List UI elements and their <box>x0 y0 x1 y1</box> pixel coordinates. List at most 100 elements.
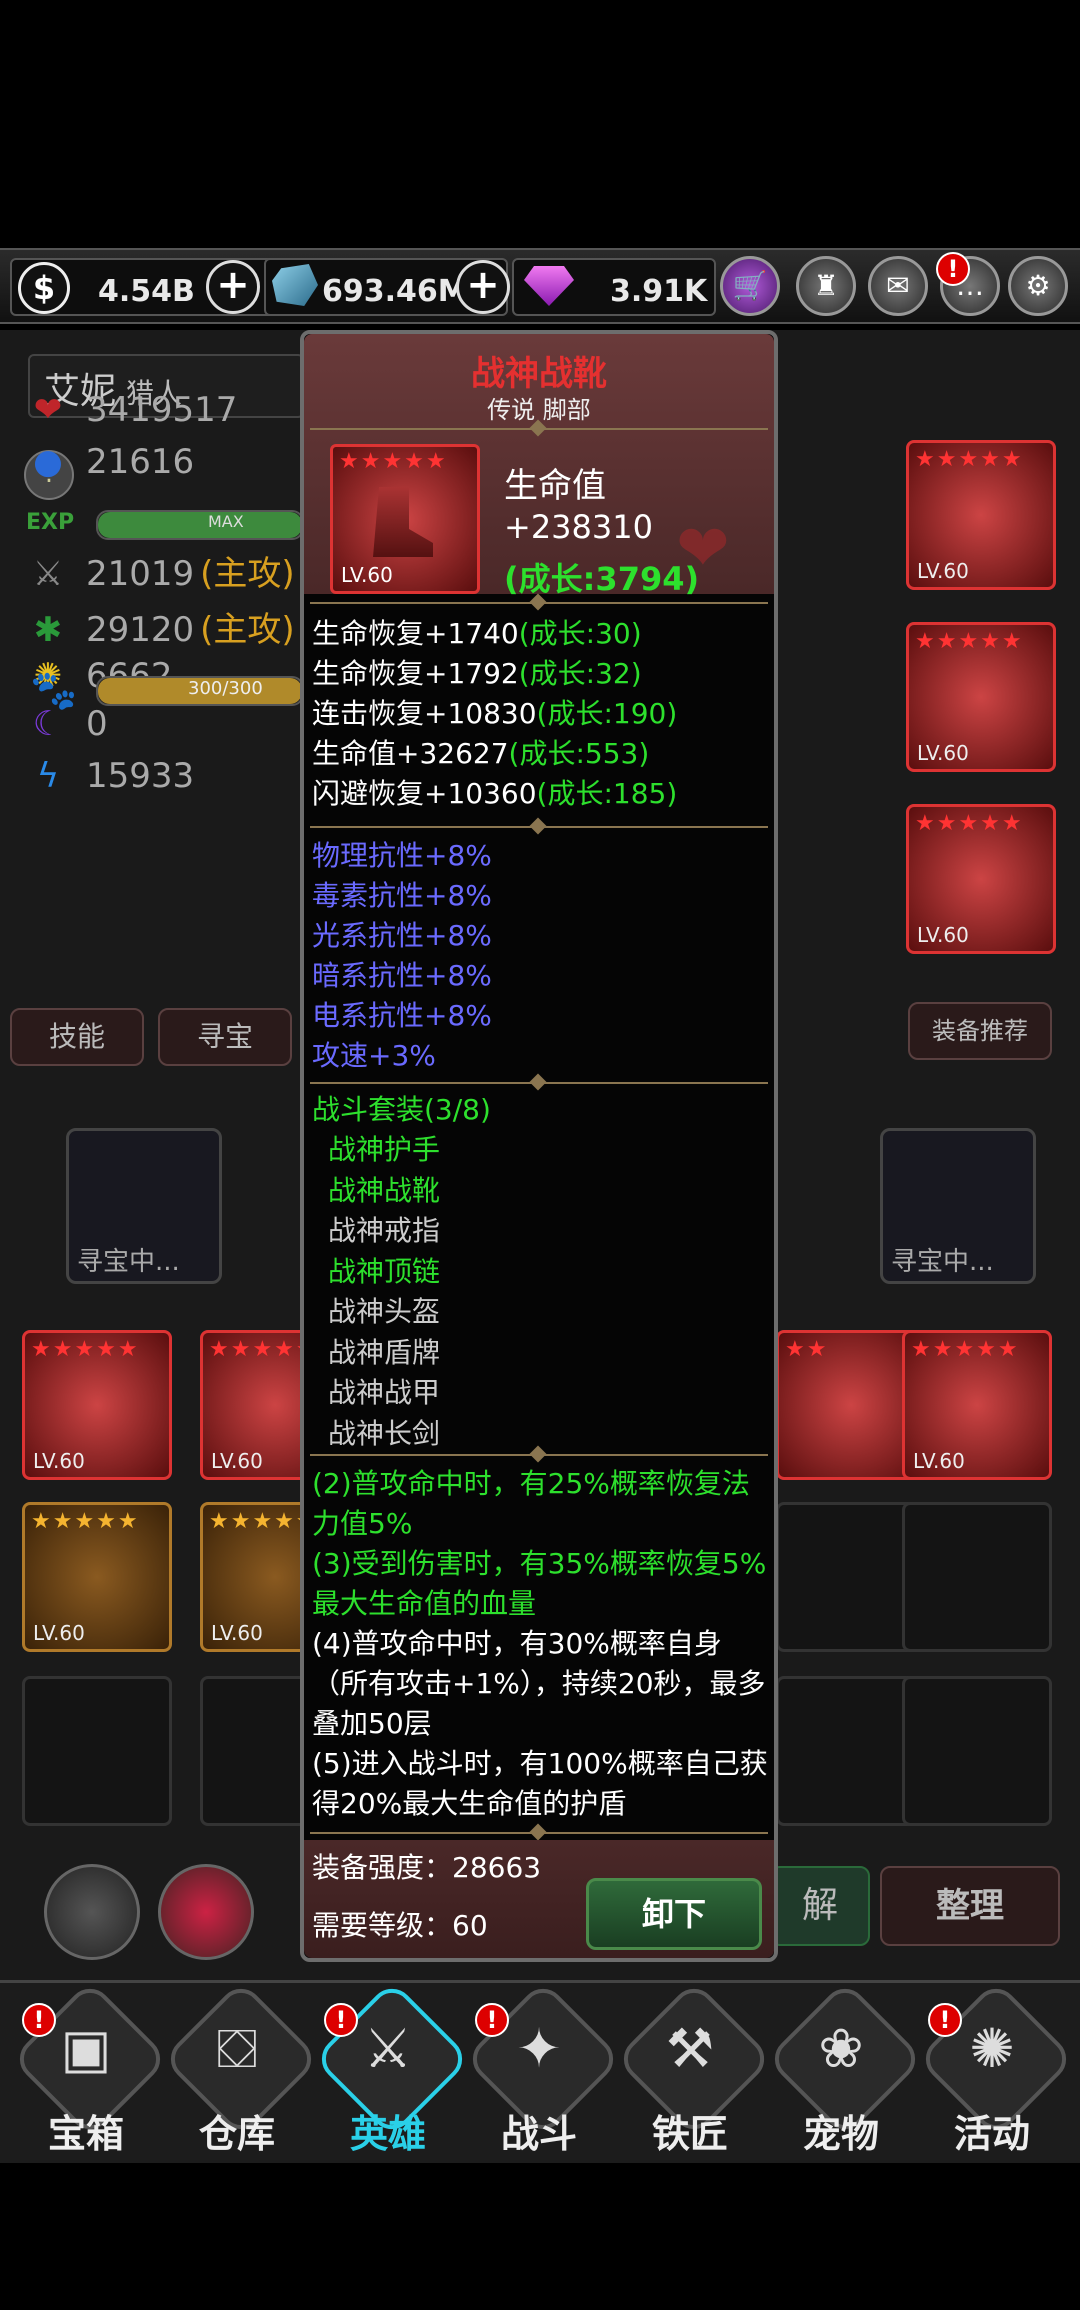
shop-cart-button[interactable]: 🛒 <box>720 256 780 316</box>
set-bonus: (3)受到伤害时，有35%概率恢复5%最大生命值的血量 <box>312 1547 767 1620</box>
equip-slot-gloves[interactable]: ★★★★★ LV.60 <box>906 622 1056 772</box>
set-bonus: (5)进入战斗时，有100%概率自己获得20%最大生命值的护盾 <box>312 1747 768 1820</box>
inventory-slot-amulet[interactable]: ★★★★★ LV.60 <box>22 1502 172 1652</box>
resist-line: 物理抗性+8% <box>312 839 492 872</box>
item-icon-frame: ★★★★★ LV.60 <box>330 444 480 594</box>
divider <box>310 1454 768 1456</box>
required-level: 需要等级：60 <box>312 1904 488 1944</box>
gear-icon: ⚙ <box>1025 269 1051 302</box>
chat-alert-icon: ! <box>936 252 970 286</box>
egg-button[interactable] <box>158 1864 254 1960</box>
slot-level: LV.60 <box>33 1621 85 1645</box>
sword-icon: ⚔ <box>32 554 64 594</box>
decompose-button[interactable]: 解 <box>770 1866 870 1946</box>
nav-item-backpack[interactable]: ⛋ 仓库 <box>161 1979 321 2156</box>
sub-stat-row: 生命值+32627(成长:553) <box>312 732 649 772</box>
nav-label: 战斗 <box>500 2112 577 2156</box>
currency-bar: $ 4.54B + 693.46M + 3.91K 🛒 ♜ ✉ … ! ⚙ <box>0 248 1080 324</box>
dollar-coin-icon: $ <box>18 262 70 314</box>
settings-button[interactable]: ⚙ <box>1008 256 1068 316</box>
crystal-ore-icon <box>272 264 318 306</box>
inventory-slot-empty[interactable] <box>902 1502 1052 1652</box>
add-gold-button[interactable]: + <box>206 260 260 314</box>
purple-gem-icon <box>524 266 574 306</box>
main-stat-growth: (成长:3794) <box>504 560 700 598</box>
slot-level: LV.60 <box>917 741 969 765</box>
stat-row: ✱ 29120 (主攻) <box>30 602 295 650</box>
equip-slot-chest[interactable]: ★★★★★ LV.60 <box>906 440 1056 590</box>
sub-stat-growth: (成长:32) <box>518 657 642 690</box>
set-item: 战神护手 <box>328 1133 441 1166</box>
nav-item-event[interactable]: ✺ 活动! <box>916 1979 1076 2156</box>
stat-row: ϟ 15933 <box>30 756 194 800</box>
unequip-button[interactable]: 卸下 <box>586 1878 762 1950</box>
boots-icon <box>373 487 433 557</box>
lightning-icon: ϟ <box>36 756 60 796</box>
nav-item-chest[interactable]: ▣ 宝箱! <box>10 1979 170 2156</box>
heart-icon: ❤ <box>33 390 63 430</box>
divider <box>310 602 768 604</box>
nav-item-battle[interactable]: ✦ 战斗! <box>463 1979 623 2156</box>
divider <box>310 826 768 828</box>
treasure-button[interactable]: 寻宝 <box>158 1008 292 1066</box>
treasure-slot-status: 寻宝中... <box>77 1247 180 1277</box>
skill-button[interactable]: 技能 <box>10 1008 144 1066</box>
gold-value: 4.54B <box>98 274 195 309</box>
treasure-slot-2[interactable]: 寻宝中... <box>880 1128 1036 1284</box>
required-level-value: 60 <box>452 1909 488 1942</box>
inventory-slot-boots[interactable]: ★★★★★ LV.60 <box>902 1330 1052 1480</box>
stat-value: 29120 <box>86 610 195 650</box>
slot-level: LV.60 <box>211 1449 263 1473</box>
sub-stat-growth: (成长:190) <box>536 697 678 730</box>
item-level: LV.60 <box>341 563 393 587</box>
nav-item-pet[interactable]: ❀ 宠物 <box>765 1979 925 2156</box>
item-name: 战神战靴 <box>471 354 607 394</box>
exp-bar: MAX <box>96 510 304 540</box>
stat-row: ❤ 3419517 <box>30 390 238 434</box>
stars: ★★★★★ <box>915 629 1024 654</box>
stars: ★★★★★ <box>911 1337 1020 1362</box>
nav-label: 英雄 <box>349 2112 426 2156</box>
slot-level: LV.60 <box>913 1449 965 1473</box>
stars: ★★ <box>785 1337 829 1362</box>
stat-row: ⚔ 21019 (主攻) <box>30 546 295 594</box>
add-crystal-button[interactable]: + <box>456 260 510 314</box>
sub-stat-growth: (成长:30) <box>518 617 642 650</box>
sub-stat-row: 闪避恢复+10360(成长:185) <box>312 772 677 812</box>
sub-stat-row: 生命恢复+1740(成长:30) <box>312 612 642 652</box>
heart-watermark-icon: ❤ <box>676 512 730 586</box>
inventory-slot-ring[interactable]: ★★★★★ LV.60 <box>22 1330 172 1480</box>
sort-button[interactable]: 整理 <box>880 1866 1060 1946</box>
nav-item-anvil[interactable]: ⚒ 铁匠 <box>614 1979 774 2156</box>
equip-recommend-button[interactable]: 装备推荐 <box>908 1002 1052 1060</box>
stars: ★★★★★ <box>915 811 1024 836</box>
divider <box>310 428 768 430</box>
gem-pill: 3.91K <box>512 258 716 316</box>
exp-bar-text: MAX <box>208 512 244 531</box>
equip-slot-shield[interactable]: ★★★★★ LV.60 <box>906 804 1056 954</box>
equip-power-label: 装备强度： <box>312 1851 453 1884</box>
mail-button[interactable]: ✉ <box>868 256 928 316</box>
set-item: 战神盾牌 <box>328 1335 441 1369</box>
sub-stat-growth: (成长:553) <box>508 737 650 770</box>
resist-line: 攻速+3% <box>312 1039 436 1072</box>
inventory-slot-empty[interactable] <box>22 1676 172 1826</box>
nav-label: 活动 <box>953 2112 1030 2156</box>
stars: ★★★★★ <box>31 1509 140 1534</box>
inventory-slot-empty[interactable] <box>902 1676 1052 1826</box>
green-splat-icon: ✱ <box>33 610 63 650</box>
exp-label: EXP <box>26 510 75 535</box>
sub-stat-text: 闪避恢复+10360 <box>312 777 537 810</box>
nav-item-hero-sword[interactable]: ⚔ 英雄! <box>312 1979 472 2156</box>
alert-badge-icon: ! <box>928 2003 962 2037</box>
costume-button[interactable] <box>44 1864 140 1960</box>
nav-label: 铁匠 <box>651 2112 728 2156</box>
treasure-slot-1[interactable]: 寻宝中... <box>66 1128 222 1284</box>
equip-power: 装备强度：28663 <box>312 1846 541 1886</box>
pet-bar: 300/300 <box>96 676 304 706</box>
set-item: 战神顶链 <box>328 1254 441 1288</box>
set-item: 战神战甲 <box>328 1376 441 1409</box>
alert-badge-icon: ! <box>324 2003 358 2037</box>
ranking-button[interactable]: ♜ <box>796 256 856 316</box>
set-bonus: (2)普攻命中时，有25%概率恢复法力值5% <box>312 1467 750 1540</box>
